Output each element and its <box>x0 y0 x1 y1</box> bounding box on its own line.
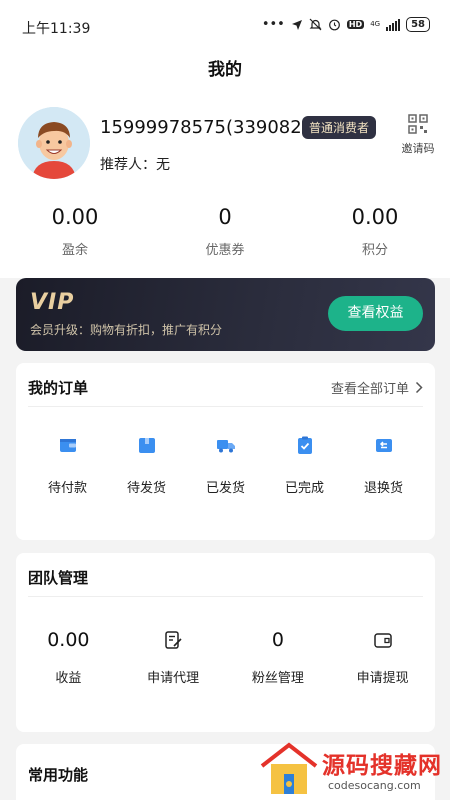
team-header: 团队管理 <box>28 553 423 597</box>
mute-bell-icon <box>309 18 322 31</box>
member-level-badge: 普通消费者 <box>302 116 377 139</box>
team-item-label: 收益 <box>55 671 82 686</box>
team-item-label: 申请代理 <box>147 671 200 686</box>
page-title: 我的 <box>208 60 242 80</box>
referrer-text: 推荐人：无 <box>100 157 170 173</box>
more-dots-icon: ••• <box>261 17 285 32</box>
watermark-title: 源码搜藏网 <box>322 753 442 779</box>
network-label: 4G <box>370 20 381 28</box>
profile-section: 15999978575(3390827) 普通消费者 邀请码 推荐人：无 0.0… <box>0 88 450 278</box>
view-all-orders-label: 查看全部订单 <box>330 382 409 397</box>
common-title: 常用功能 <box>28 766 89 784</box>
stat-label: 优惠券 <box>205 243 245 258</box>
user-phone: 15999978575(3390827) <box>100 117 321 138</box>
team-item-label: 申请提现 <box>356 671 409 686</box>
signal-icon <box>386 18 401 31</box>
order-status-label: 已发货 <box>205 481 245 496</box>
team-fans[interactable]: 0 粉丝管理 <box>226 597 331 686</box>
orders-title: 我的订单 <box>28 379 89 397</box>
order-completed[interactable]: 已完成 <box>265 407 344 496</box>
withdraw-icon-wrap <box>330 623 435 657</box>
orders-header: 我的订单 查看全部订单 <box>28 363 423 407</box>
chevron-right-icon <box>415 381 423 394</box>
stats-row: 0.00 盈余 0 优惠券 0.00 积分 <box>0 205 450 258</box>
team-apply-agent[interactable]: 申请代理 <box>121 597 226 686</box>
title-bar: 我的 <box>0 48 450 88</box>
order-status-label: 待发货 <box>126 481 166 496</box>
team-grid: 0.00 收益 申请代理 0 粉丝管理 申请提现 <box>16 597 435 686</box>
team-card: 团队管理 0.00 收益 申请代理 0 粉丝管理 申请提现 <box>16 553 435 732</box>
stat-balance[interactable]: 0.00 盈余 <box>0 205 150 258</box>
fans-value: 0 <box>271 629 284 651</box>
stat-label: 盈余 <box>61 243 88 258</box>
status-bar: 上午11:39 ••• HD 4G 58 <box>0 0 450 48</box>
location-arrow-icon <box>291 19 302 30</box>
package-icon <box>138 438 155 453</box>
avatar-illustration <box>18 107 90 179</box>
truck-icon <box>216 440 235 453</box>
order-shipped[interactable]: 已发货 <box>186 407 265 496</box>
status-icons: ••• HD 4G 58 <box>262 17 430 32</box>
battery-indicator: 58 <box>406 17 430 32</box>
wallet-icon <box>59 439 76 452</box>
apply-agent-icon-wrap <box>121 623 226 657</box>
view-benefits-button[interactable]: 查看权益 <box>328 296 423 331</box>
vip-logo: VIP <box>30 290 75 315</box>
stat-label: 积分 <box>361 243 388 258</box>
order-status-grid: 待付款 待发货 已发货 已完成 退换货 <box>16 407 435 496</box>
invite-code-button[interactable]: 邀请码 <box>400 114 436 156</box>
invite-code-label: 邀请码 <box>401 142 435 155</box>
vip-card: VIP 会员升级：购物有折扣，推广有积分 查看权益 <box>16 278 435 351</box>
order-returns[interactable]: 退换货 <box>344 407 423 496</box>
alarm-clock-icon <box>328 19 340 31</box>
qr-code-icon <box>408 114 428 134</box>
stat-value: 0.00 <box>351 205 399 229</box>
view-all-orders-link[interactable]: 查看全部订单 <box>331 378 423 397</box>
vip-description: 会员升级：购物有折扣，推广有积分 <box>30 323 223 337</box>
team-earnings[interactable]: 0.00 收益 <box>16 597 121 686</box>
hd-badge: HD <box>346 20 365 29</box>
stat-value: 0 <box>218 205 232 229</box>
earnings-value: 0.00 <box>47 629 90 651</box>
house-logo-icon <box>260 742 318 794</box>
watermark: 源码搜藏网 codesocang.com <box>258 740 450 800</box>
avatar[interactable] <box>18 107 90 179</box>
team-item-label: 粉丝管理 <box>251 671 304 686</box>
orders-card: 我的订单 查看全部订单 待付款 待发货 已发货 已完成 退换货 <box>16 363 435 540</box>
return-icon <box>375 439 392 452</box>
status-time: 上午11:39 <box>22 21 91 37</box>
order-status-label: 待付款 <box>47 481 87 496</box>
stat-coupons[interactable]: 0 优惠券 <box>150 205 300 258</box>
check-clipboard-icon <box>297 436 312 454</box>
edit-document-icon <box>165 631 182 649</box>
team-title: 团队管理 <box>28 569 89 587</box>
order-pending-shipment[interactable]: 待发货 <box>107 407 186 496</box>
wallet-outline-icon <box>373 633 392 648</box>
watermark-url: codesocang.com <box>328 779 421 792</box>
stat-points[interactable]: 0.00 积分 <box>300 205 450 258</box>
order-status-label: 已完成 <box>284 481 324 496</box>
stat-value: 0.00 <box>51 205 99 229</box>
order-status-label: 退换货 <box>363 481 403 496</box>
team-withdraw[interactable]: 申请提现 <box>330 597 435 686</box>
order-pending-payment[interactable]: 待付款 <box>28 407 107 496</box>
